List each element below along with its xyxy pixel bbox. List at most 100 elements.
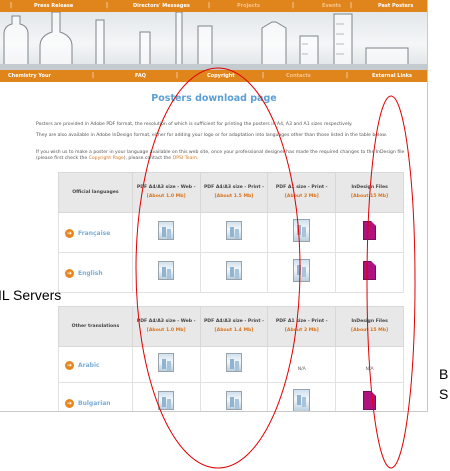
- intro-paragraph-3: If you wish us to make a poster in your …: [36, 150, 414, 162]
- arrow-right-icon: ➔: [65, 269, 74, 278]
- download-cell: [335, 212, 404, 253]
- download-cell: [199, 382, 269, 411]
- annotation-label-right-2: S: [439, 386, 449, 402]
- poster-thumbnail-icon[interactable]: [225, 353, 242, 372]
- not-available-text: N/A: [365, 367, 374, 372]
- download-cell: [267, 382, 337, 411]
- page-title: Posters download page: [151, 93, 277, 104]
- nav-projects[interactable]: Projects: [237, 3, 260, 9]
- column-header-indesign: InDesign Files [About 15 Mb]: [335, 306, 404, 347]
- download-cell: [335, 382, 404, 411]
- header-size: [About 2 Mb]: [284, 194, 319, 199]
- table-row: ➔ Bulgarian: [58, 382, 404, 411]
- header-size: [About 1.4 Mb]: [214, 328, 254, 333]
- copyright-page-link[interactable]: Copyright Page: [89, 156, 124, 161]
- header-size: [About 2 Mb]: [284, 328, 319, 333]
- annotation-label-right-1: B: [439, 366, 449, 382]
- top-nav-bar: | Press Release | Directors' Messages | …: [0, 0, 427, 12]
- header-title: PDF A4/A3 size - Web -: [136, 319, 196, 325]
- column-header-pdf-web: PDF A4/A3 size - Web - [About 1.0 Mb]: [131, 172, 201, 213]
- column-header-pdf-print: PDF A4/A3 size - Print - [About 1.5 Mb]: [199, 172, 269, 213]
- table-row: ➔ English: [58, 252, 404, 293]
- header-size: [About 1.5 Mb]: [214, 194, 254, 199]
- nav-past-posters[interactable]: Past Posters: [378, 3, 413, 9]
- nav-events[interactable]: Events: [322, 3, 341, 9]
- opsi-team-link[interactable]: OPSI Team: [173, 156, 197, 161]
- download-cell: [199, 346, 269, 383]
- download-cell: [199, 252, 269, 293]
- nav-external-links[interactable]: External Links: [372, 73, 412, 79]
- nav-separator: |: [292, 2, 295, 9]
- nav-faq[interactable]: FAQ: [135, 73, 146, 79]
- poster-thumbnail-icon[interactable]: [293, 259, 311, 282]
- nav-contacts[interactable]: Contacts: [286, 73, 311, 79]
- column-header-pdf-a1: PDF A1 size - Print - [About 2 Mb]: [267, 172, 337, 213]
- nav-separator: |: [346, 72, 349, 79]
- intro-paragraph-1: Posters are provided in Adobe PDF format…: [36, 122, 353, 127]
- header-size: [About 15 Mb]: [351, 194, 389, 199]
- language-cell[interactable]: ➔ Bulgarian: [58, 382, 133, 411]
- column-header-pdf-a1: PDF A1 size - Print - [About 2 Mb]: [267, 306, 337, 347]
- download-cell: [131, 346, 201, 383]
- nav-separator: |: [176, 72, 179, 79]
- language-cell[interactable]: ➔ Française: [58, 212, 133, 253]
- download-cell: [199, 212, 269, 253]
- intro-text: .: [196, 156, 199, 161]
- intro-text: ), please contact the: [123, 156, 173, 161]
- nav-chemistry-your[interactable]: Chemistry Your: [8, 73, 51, 79]
- poster-thumbnail-icon[interactable]: [158, 353, 175, 372]
- nav-separator: |: [106, 2, 109, 9]
- download-cell: [131, 382, 201, 411]
- annotation-label-left: IL Servers: [0, 287, 62, 303]
- download-cell: [267, 252, 337, 293]
- poster-thumbnail-icon[interactable]: [225, 261, 242, 280]
- language-name: English: [78, 270, 103, 277]
- download-cell: [131, 212, 201, 253]
- poster-thumbnail-icon[interactable]: [225, 391, 242, 410]
- poster-thumbnail-icon[interactable]: [158, 261, 175, 280]
- column-header-language: Other translations: [58, 306, 133, 347]
- indesign-file-icon[interactable]: [363, 261, 377, 280]
- column-header-indesign: InDesign Files [About 15 Mb]: [335, 172, 404, 213]
- official-languages-table: Official languages PDF A4/A3 size - Web …: [58, 172, 404, 293]
- language-cell[interactable]: ➔ English: [58, 252, 133, 293]
- poster-thumbnail-icon[interactable]: [293, 389, 311, 411]
- header-title: InDesign Files: [351, 319, 388, 325]
- indesign-file-icon[interactable]: [363, 221, 377, 240]
- header-title: InDesign Files: [351, 185, 388, 191]
- other-translations-table: Other translations PDF A4/A3 size - Web …: [58, 306, 404, 411]
- nav-separator: |: [10, 2, 13, 9]
- header-size: [About 1.0 Mb]: [146, 194, 186, 199]
- header-size: [About 15 Mb]: [351, 328, 389, 333]
- poster-thumbnail-icon[interactable]: [225, 221, 242, 240]
- header-title: PDF A4/A3 size - Print -: [203, 185, 265, 191]
- nav-copyright[interactable]: Copyright: [207, 73, 235, 79]
- language-name: Arabic: [78, 362, 100, 369]
- nav-separator: |: [350, 2, 353, 9]
- language-name: Bulgarian: [78, 400, 111, 407]
- header-title: PDF A1 size - Print -: [275, 319, 328, 325]
- nav-press-release[interactable]: Press Release: [34, 3, 73, 9]
- poster-thumbnail-icon[interactable]: [158, 221, 175, 240]
- poster-thumbnail-icon[interactable]: [158, 391, 175, 410]
- column-header-language: Official languages: [58, 172, 133, 213]
- poster-thumbnail-icon[interactable]: [293, 219, 311, 242]
- nav-directors-messages[interactable]: Directors' Messages: [133, 3, 190, 9]
- language-name: Française: [78, 230, 111, 237]
- not-available-text: N/A: [297, 367, 306, 372]
- indesign-file-icon[interactable]: [363, 391, 377, 410]
- secondary-nav-bar: Chemistry Your | FAQ | Copyright | Conta…: [0, 70, 427, 82]
- table-header-row: Official languages PDF A4/A3 size - Web …: [58, 172, 404, 213]
- browser-page: | Press Release | Directors' Messages | …: [0, 0, 428, 412]
- download-cell: N/A: [267, 346, 337, 383]
- table-row: ➔ Arabic N/A N/A: [58, 346, 404, 383]
- column-header-pdf-web: PDF A4/A3 size - Web - [About 1.0 Mb]: [131, 306, 201, 347]
- nav-separator: |: [208, 2, 211, 9]
- header-title: PDF A4/A3 size - Print -: [203, 319, 265, 325]
- language-cell[interactable]: ➔ Arabic: [58, 346, 133, 383]
- table-row: ➔ Française: [58, 212, 404, 253]
- arrow-right-icon: ➔: [65, 399, 74, 408]
- nav-separator: |: [92, 72, 95, 79]
- column-header-pdf-print: PDF A4/A3 size - Print - [About 1.4 Mb]: [199, 306, 269, 347]
- table-header-row: Other translations PDF A4/A3 size - Web …: [58, 306, 404, 347]
